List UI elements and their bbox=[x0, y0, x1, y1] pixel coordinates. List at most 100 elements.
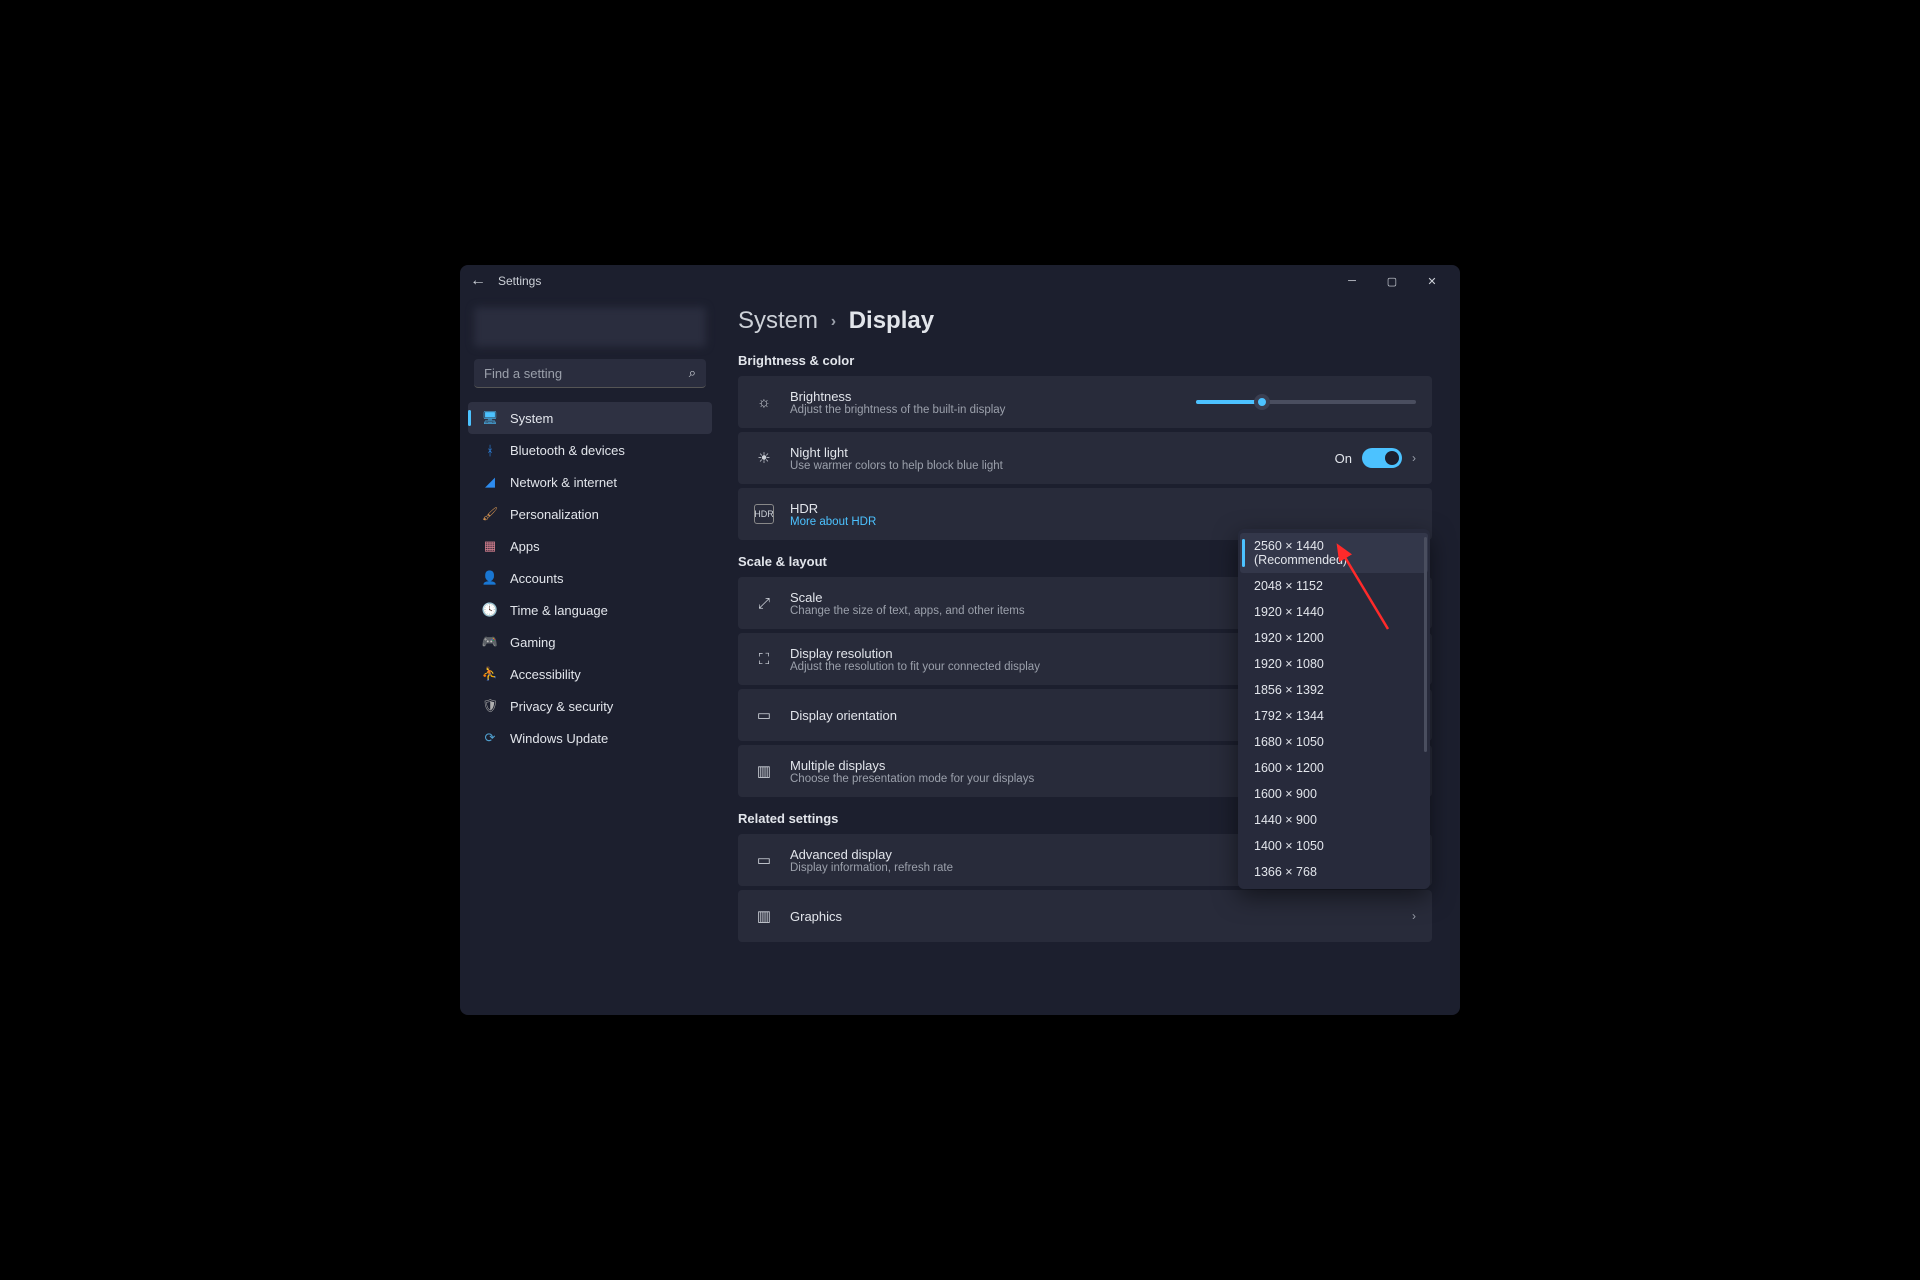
window-controls: ─ ▢ ✕ bbox=[1332, 265, 1452, 297]
chevron-right-icon[interactable]: › bbox=[1412, 909, 1416, 923]
resolution-option[interactable]: 1600 × 900 bbox=[1240, 781, 1428, 807]
card-graphics[interactable]: ▥ Graphics › bbox=[738, 890, 1432, 942]
card-subtitle: Display information, refresh rate bbox=[790, 862, 953, 874]
card-subtitle: Use warmer colors to help block blue lig… bbox=[790, 460, 1003, 472]
sidebar-item-label: Time & language bbox=[510, 603, 608, 618]
accessibility-icon: ⛹ bbox=[482, 666, 498, 682]
sidebar-item-personalization[interactable]: 🖌 Personalization bbox=[468, 498, 712, 530]
sidebar-item-label: Accessibility bbox=[510, 667, 581, 682]
night-light-toggle[interactable] bbox=[1362, 448, 1402, 468]
resolution-option[interactable]: 1856 × 1392 bbox=[1240, 677, 1428, 703]
update-icon: ⟳ bbox=[482, 730, 498, 746]
hdr-icon: HDR bbox=[754, 504, 774, 524]
person-icon: 👤 bbox=[482, 570, 498, 586]
card-title: Multiple displays bbox=[790, 758, 1034, 773]
clock-icon: 🕓 bbox=[482, 602, 498, 618]
dropdown-scrollbar[interactable] bbox=[1424, 537, 1427, 752]
gamepad-icon: 🎮 bbox=[482, 634, 498, 650]
section-brightness-color: Brightness & color bbox=[738, 353, 1432, 368]
resolution-option[interactable]: 1400 × 1050 bbox=[1240, 833, 1428, 859]
sun-icon: ☼ bbox=[754, 392, 774, 412]
bluetooth-icon: ᚼ bbox=[482, 442, 498, 458]
sidebar-item-accounts[interactable]: 👤 Accounts bbox=[468, 562, 712, 594]
resolution-option[interactable]: 1680 × 1050 bbox=[1240, 729, 1428, 755]
sidebar-item-label: Privacy & security bbox=[510, 699, 613, 714]
close-button[interactable]: ✕ bbox=[1412, 265, 1452, 297]
card-title: Display orientation bbox=[790, 708, 897, 723]
chevron-right-icon: › bbox=[831, 313, 836, 330]
resolution-option[interactable]: 2560 × 1440 (Recommended) bbox=[1240, 533, 1428, 573]
toggle-label: On bbox=[1335, 451, 1352, 466]
breadcrumb: System › Display bbox=[738, 307, 1432, 335]
sidebar-item-label: Bluetooth & devices bbox=[510, 443, 625, 458]
sidebar-item-label: Accounts bbox=[510, 571, 563, 586]
sidebar-item-apps[interactable]: ▦ Apps bbox=[468, 530, 712, 562]
card-title: Scale bbox=[790, 590, 1025, 605]
resolution-option[interactable]: 1792 × 1344 bbox=[1240, 703, 1428, 729]
sidebar-item-label: Apps bbox=[510, 539, 540, 554]
multiple-displays-icon: ▥ bbox=[754, 761, 774, 781]
brush-icon: 🖌 bbox=[482, 506, 498, 522]
resolution-option[interactable]: 2048 × 1152 bbox=[1240, 573, 1428, 599]
hdr-link[interactable]: More about HDR bbox=[790, 516, 876, 528]
brightness-slider[interactable] bbox=[1196, 400, 1416, 404]
orientation-icon: ▭ bbox=[754, 705, 774, 725]
card-title: Brightness bbox=[790, 389, 1005, 404]
card-night-light[interactable]: ☀ Night light Use warmer colors to help … bbox=[738, 432, 1432, 484]
search-input[interactable] bbox=[484, 366, 689, 381]
graphics-icon: ▥ bbox=[754, 906, 774, 926]
card-subtitle: Choose the presentation mode for your di… bbox=[790, 773, 1034, 785]
sidebar-item-label: Network & internet bbox=[510, 475, 617, 490]
back-button[interactable]: ← bbox=[468, 272, 488, 290]
card-brightness[interactable]: ☼ Brightness Adjust the brightness of th… bbox=[738, 376, 1432, 428]
resolution-option[interactable]: 1920 × 1080 bbox=[1240, 651, 1428, 677]
chevron-right-icon[interactable]: › bbox=[1412, 451, 1416, 465]
card-subtitle: Change the size of text, apps, and other… bbox=[790, 605, 1025, 617]
window-title: Settings bbox=[498, 274, 541, 288]
card-title: Night light bbox=[790, 445, 1003, 460]
sidebar-item-gaming[interactable]: 🎮 Gaming bbox=[468, 626, 712, 658]
night-icon: ☀ bbox=[754, 448, 774, 468]
sidebar-item-accessibility[interactable]: ⛹ Accessibility bbox=[468, 658, 712, 690]
card-title: Advanced display bbox=[790, 847, 953, 862]
resolution-dropdown[interactable]: 2560 × 1440 (Recommended) 2048 × 1152 19… bbox=[1238, 529, 1430, 889]
breadcrumb-current: Display bbox=[849, 307, 934, 334]
content-area: System › Display Brightness & color ☼ Br… bbox=[720, 297, 1460, 1015]
resolution-option[interactable]: 1440 × 900 bbox=[1240, 807, 1428, 833]
monitor-icon: ▭ bbox=[754, 850, 774, 870]
sidebar-item-label: Personalization bbox=[510, 507, 599, 522]
sidebar-item-time[interactable]: 🕓 Time & language bbox=[468, 594, 712, 626]
minimize-button[interactable]: ─ bbox=[1332, 265, 1372, 297]
sidebar-item-update[interactable]: ⟳ Windows Update bbox=[468, 722, 712, 754]
sidebar-item-system[interactable]: 🖥 System bbox=[468, 402, 712, 434]
apps-icon: ▦ bbox=[482, 538, 498, 554]
sidebar-item-label: Gaming bbox=[510, 635, 556, 650]
card-subtitle: Adjust the brightness of the built-in di… bbox=[790, 404, 1005, 416]
breadcrumb-parent[interactable]: System bbox=[738, 307, 818, 334]
resolution-option[interactable]: 1920 × 1200 bbox=[1240, 625, 1428, 651]
sidebar: ⌕ 🖥 System ᚼ Bluetooth & devices ◢ Network … bbox=[460, 297, 720, 1015]
card-subtitle: Adjust the resolution to fit your connec… bbox=[790, 661, 1040, 673]
card-title: Graphics bbox=[790, 909, 842, 924]
sidebar-item-privacy[interactable]: 🛡 Privacy & security bbox=[468, 690, 712, 722]
wifi-icon: ◢ bbox=[482, 474, 498, 490]
search-icon: ⌕ bbox=[689, 365, 696, 381]
sidebar-item-label: Windows Update bbox=[510, 731, 608, 746]
card-title: HDR bbox=[790, 501, 876, 516]
sidebar-item-label: System bbox=[510, 411, 553, 426]
sidebar-item-bluetooth[interactable]: ᚼ Bluetooth & devices bbox=[468, 434, 712, 466]
scale-icon: ⤢ bbox=[754, 593, 774, 613]
resolution-option[interactable]: 1920 × 1440 bbox=[1240, 599, 1428, 625]
maximize-button[interactable]: ▢ bbox=[1372, 265, 1412, 297]
sidebar-item-network[interactable]: ◢ Network & internet bbox=[468, 466, 712, 498]
resolution-icon: ⛶ bbox=[754, 649, 774, 669]
titlebar: ← Settings ─ ▢ ✕ bbox=[460, 265, 1460, 297]
resolution-option[interactable]: 1600 × 1200 bbox=[1240, 755, 1428, 781]
search-box[interactable]: ⌕ bbox=[474, 359, 706, 388]
display-icon: 🖥 bbox=[482, 410, 498, 426]
user-account-block[interactable] bbox=[474, 307, 706, 347]
resolution-option[interactable]: 1366 × 768 bbox=[1240, 859, 1428, 885]
settings-window: ← Settings ─ ▢ ✕ ⌕ 🖥 System ᚼ Bluetooth & … bbox=[460, 265, 1460, 1015]
shield-icon: 🛡 bbox=[482, 698, 498, 714]
card-title: Display resolution bbox=[790, 646, 1040, 661]
